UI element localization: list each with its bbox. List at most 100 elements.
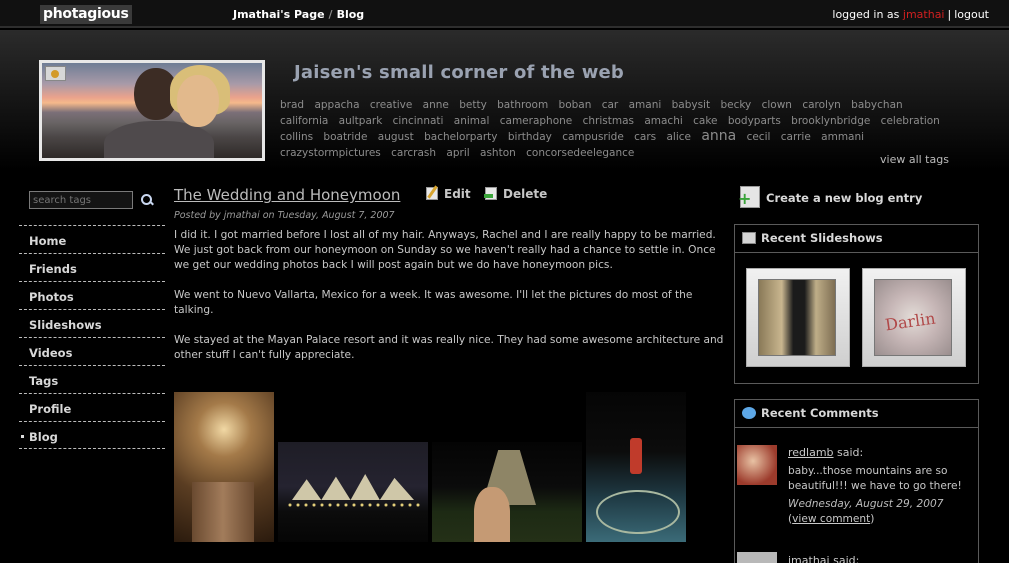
tag-link[interactable]: bachelorparty [424, 131, 497, 143]
profile-photo[interactable] [39, 60, 265, 161]
recent-comments-header: Recent Comments [735, 400, 978, 428]
post-photo-dome[interactable] [174, 392, 274, 542]
tag-link[interactable]: campusride [562, 131, 624, 143]
sidebar-nav: Home Friends Photos Slideshows Videos Ta… [19, 225, 165, 449]
sidebar-item-home[interactable]: Home [19, 225, 165, 253]
tag-link[interactable]: cecil [747, 131, 771, 143]
breadcrumb-page-link[interactable]: Jmathai's Page [233, 8, 325, 21]
tag-link[interactable]: anne [423, 99, 449, 111]
tag-link[interactable]: alice [666, 131, 691, 143]
slideshow-thumbnail[interactable] [862, 268, 966, 367]
tag-link[interactable]: amachi [644, 115, 682, 127]
avatar[interactable] [737, 445, 777, 485]
edit-label: Edit [444, 187, 471, 201]
recent-comments-panel: Recent Comments redlamb said: baby...tho… [734, 399, 979, 563]
tag-link[interactable]: aultpark [339, 115, 383, 127]
tag-link[interactable]: boatride [323, 131, 367, 143]
tag-link[interactable]: babysit [672, 99, 710, 111]
new-document-icon [738, 186, 760, 208]
photo-person-2 [177, 75, 219, 127]
comment-author-line: redlamb said: [788, 446, 863, 459]
tag-link[interactable]: celebration [881, 115, 940, 127]
slideshow-icon [742, 232, 756, 244]
tag-link[interactable]: brad [280, 99, 304, 111]
tag-link[interactable]: california [280, 115, 328, 127]
create-blog-entry-label: Create a new blog entry [766, 191, 923, 205]
post-paragraph: We went to Nuevo Vallarta, Mexico for a … [174, 289, 693, 316]
tag-link[interactable]: birthday [508, 131, 552, 143]
breadcrumb: Jmathai's Page / Blog [233, 8, 364, 21]
comment-author-link[interactable]: redlamb [788, 446, 834, 459]
tag-link[interactable]: anna [701, 128, 736, 144]
comment-author-link[interactable]: jmathai [788, 554, 830, 563]
tag-link[interactable]: animal [454, 115, 490, 127]
sidebar-item-profile[interactable]: Profile [19, 393, 165, 421]
post-meta-prefix: Posted by [174, 210, 221, 221]
sidebar-item-slideshows[interactable]: Slideshows [19, 309, 165, 337]
tag-link[interactable]: bodyparts [728, 115, 781, 127]
tag-link[interactable]: betty [459, 99, 487, 111]
tag-link[interactable]: cameraphone [500, 115, 573, 127]
tag-link[interactable]: boban [559, 99, 592, 111]
slideshow-thumbnail[interactable] [746, 268, 850, 367]
recent-comments-title: Recent Comments [761, 406, 879, 420]
tag-link[interactable]: cincinnati [393, 115, 444, 127]
sidebar-item-friends[interactable]: Friends [19, 253, 165, 281]
tag-link[interactable]: concorsedeelegance [526, 147, 634, 159]
profile-badge-icon[interactable] [45, 66, 66, 81]
username-link[interactable]: jmathai [903, 8, 945, 21]
sidebar-item-videos[interactable]: Videos [19, 337, 165, 365]
create-blog-entry-button[interactable]: Create a new blog entry [738, 186, 923, 208]
sidebar-item-blog[interactable]: Blog [19, 421, 165, 449]
view-comment-link[interactable]: view comment [792, 513, 870, 525]
post-title-link[interactable]: The Wedding and Honeymoon [174, 186, 400, 204]
tag-link[interactable]: creative [370, 99, 412, 111]
photagious-logo[interactable]: photagious [40, 5, 132, 24]
tag-link[interactable]: clown [762, 99, 792, 111]
comment-author-line: jmathai said: [788, 554, 859, 563]
tag-link[interactable]: ammani [821, 131, 864, 143]
post-author: jmathai [223, 210, 260, 221]
tag-link[interactable]: brooklynbridge [791, 115, 870, 127]
search-tags-input[interactable] [29, 191, 133, 209]
slideshow-image [758, 279, 836, 356]
slideshow-image [874, 279, 952, 356]
tag-link[interactable]: carcrash [391, 147, 436, 159]
logout-link[interactable]: logout [954, 8, 989, 21]
sidebar-item-tags[interactable]: Tags [19, 365, 165, 393]
tag-link[interactable]: cars [634, 131, 656, 143]
tag-link[interactable]: car [602, 99, 619, 111]
tag-link[interactable]: christmas [583, 115, 634, 127]
recent-slideshows-panel: Recent Slideshows [734, 224, 979, 384]
post-photo-dancer[interactable] [586, 392, 686, 542]
edit-icon [426, 187, 438, 200]
search-icon[interactable] [140, 193, 154, 207]
tag-link[interactable]: collins [280, 131, 313, 143]
post-paragraph: I did it. I got married before I lost al… [174, 229, 716, 271]
tag-link[interactable]: crazystormpictures [280, 147, 381, 159]
tag-link[interactable]: carrie [781, 131, 811, 143]
delete-button[interactable]: Delete [484, 187, 547, 201]
tag-link[interactable]: ashton [480, 147, 516, 159]
tag-link[interactable]: august [378, 131, 414, 143]
post-photo-pyramid[interactable] [432, 442, 582, 542]
post-photo-resort-night[interactable] [278, 442, 428, 542]
tag-link[interactable]: carolyn [802, 99, 841, 111]
edit-button[interactable]: Edit [426, 187, 471, 201]
recent-slideshows-title: Recent Slideshows [761, 231, 883, 245]
photo-person-1-body [104, 121, 214, 158]
view-all-tags-link[interactable]: view all tags [880, 153, 949, 166]
avatar[interactable] [737, 552, 777, 563]
tag-link[interactable]: becky [720, 99, 751, 111]
sidebar-item-photos[interactable]: Photos [19, 281, 165, 309]
tag-link[interactable]: babychan [851, 99, 903, 111]
tag-cloud: brad appacha creative anne betty bathroo… [280, 98, 952, 161]
tag-link[interactable]: appacha [314, 99, 359, 111]
tag-link[interactable]: cake [693, 115, 717, 127]
tag-link[interactable]: bathroom [497, 99, 548, 111]
comment-date: Wednesday, August 29, 2007 [788, 498, 944, 510]
tag-link[interactable]: april [446, 147, 469, 159]
breadcrumb-blog-link[interactable]: Blog [337, 8, 365, 21]
post-paragraph: We stayed at the Mayan Palace resort and… [174, 334, 724, 361]
tag-link[interactable]: amani [629, 99, 662, 111]
